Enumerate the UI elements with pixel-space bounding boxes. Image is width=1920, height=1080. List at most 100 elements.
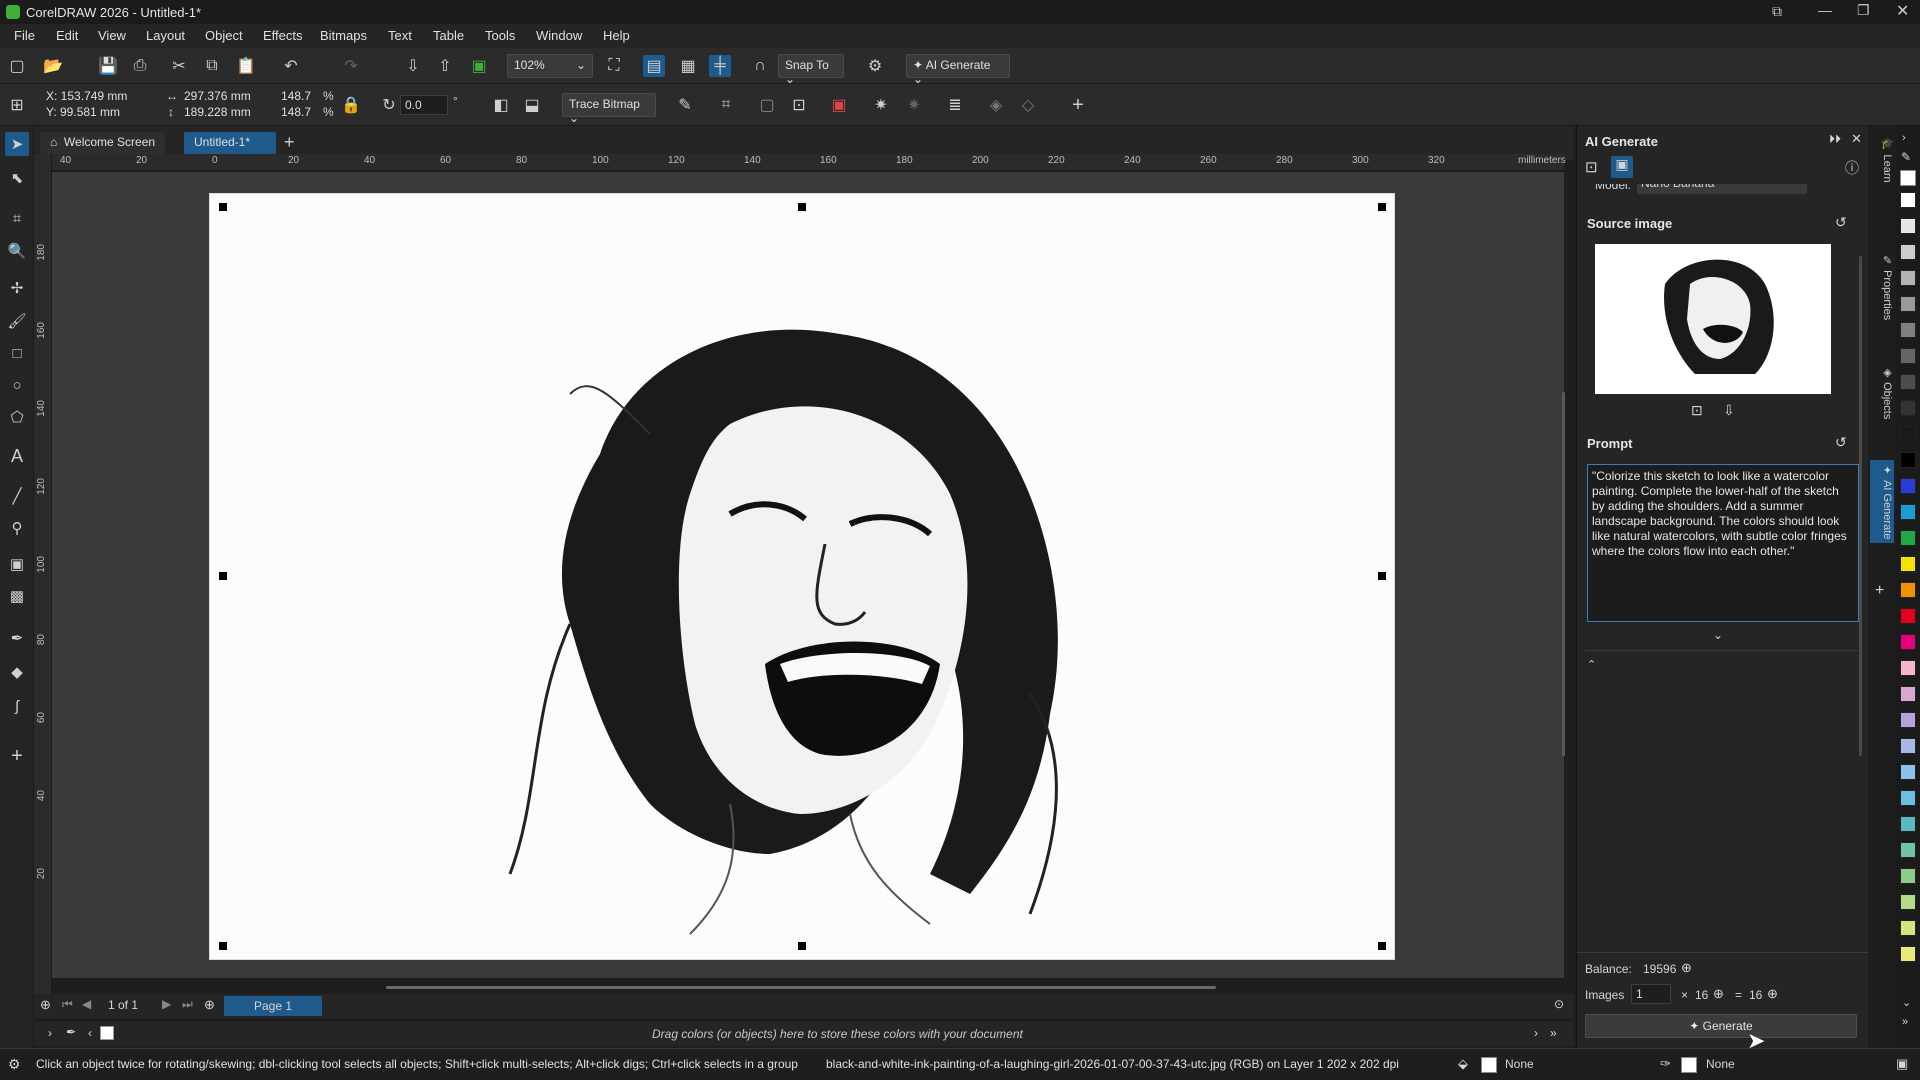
selection-handle-ml[interactable] bbox=[219, 572, 227, 580]
add-tool-icon[interactable]: + bbox=[5, 744, 29, 768]
page-tab-1[interactable]: Page 1 bbox=[224, 996, 322, 1016]
color-swatch[interactable] bbox=[1900, 244, 1916, 260]
fill-tool-icon[interactable]: ◆ bbox=[5, 660, 29, 684]
undo-icon[interactable]: ↶ bbox=[280, 55, 302, 77]
selection-handle-br[interactable] bbox=[1378, 942, 1386, 950]
menu-file[interactable]: File bbox=[14, 28, 35, 43]
polygon-tool-icon[interactable]: ⬠ bbox=[5, 405, 29, 429]
edit-bitmap-icon[interactable]: ✎ bbox=[674, 94, 696, 116]
new-document-icon[interactable]: ▢ bbox=[6, 55, 28, 77]
docker-scrollbar[interactable] bbox=[1859, 256, 1862, 756]
zoom-level-dropdown[interactable]: 102% ⌄ bbox=[507, 54, 593, 78]
selection-handle-mr[interactable] bbox=[1378, 572, 1386, 580]
zoom-page-icon[interactable]: ⊙ bbox=[1554, 997, 1564, 1011]
close-button[interactable]: ✕ bbox=[1896, 1, 1909, 21]
color-swatch[interactable] bbox=[1900, 790, 1916, 806]
info-icon[interactable]: ⓘ bbox=[1845, 158, 1859, 178]
add-property-icon[interactable]: + bbox=[1067, 94, 1089, 116]
zoom-tool-icon[interactable]: 🔍 bbox=[5, 239, 29, 263]
open-folder-icon[interactable]: 📂 bbox=[42, 55, 64, 77]
color-swatch[interactable] bbox=[1900, 400, 1916, 416]
prompt-expand-icon[interactable]: ⌄ bbox=[1713, 628, 1723, 642]
show-guidelines-icon[interactable]: ╪ bbox=[709, 55, 731, 77]
palette-no-color-swatch[interactable] bbox=[100, 1026, 114, 1040]
docker-close-icon[interactable]: ✕ bbox=[1851, 131, 1862, 147]
transparency-tool-icon[interactable]: ▩ bbox=[5, 584, 29, 608]
color-swatch[interactable] bbox=[1900, 582, 1916, 598]
menu-edit[interactable]: Edit bbox=[56, 28, 78, 43]
tab-untitled-1[interactable]: Untitled-1* bbox=[184, 132, 276, 154]
resample-icon[interactable]: ⊡ bbox=[788, 94, 810, 116]
vertical-ruler[interactable]: 180 160 140 120 100 80 60 40 20 bbox=[34, 154, 52, 994]
palette-scroll-down-icon[interactable]: ⌄ bbox=[1902, 996, 1911, 1009]
save-icon[interactable]: 💾 bbox=[97, 55, 119, 77]
menu-object[interactable]: Object bbox=[205, 28, 243, 43]
publish-pdf-icon[interactable]: ▣ bbox=[468, 55, 490, 77]
mirror-horizontal-icon[interactable]: ◧ bbox=[490, 94, 512, 116]
model-dropdown[interactable]: Nano Banana bbox=[1637, 184, 1807, 194]
freehand-tool-icon[interactable]: ✢ bbox=[5, 276, 29, 300]
tab-ai-generate[interactable]: ✦ AI Generate bbox=[1870, 460, 1894, 544]
selection-handle-tc[interactable] bbox=[798, 203, 806, 211]
tab-objects[interactable]: ◈ Objects bbox=[1870, 362, 1894, 423]
vertical-scrollbar[interactable] bbox=[1562, 392, 1565, 756]
x-position-field[interactable]: X: 153.749 mm bbox=[46, 89, 127, 103]
menu-view[interactable]: View bbox=[98, 28, 126, 43]
menu-layout[interactable]: Layout bbox=[146, 28, 185, 43]
connector-tool-icon[interactable]: ⚲ bbox=[5, 516, 29, 540]
palette-scroll-right-icon[interactable]: › bbox=[1534, 1026, 1538, 1040]
y-position-field[interactable]: Y: 99.581 mm bbox=[46, 105, 120, 119]
color-swatch[interactable] bbox=[1900, 504, 1916, 520]
show-rulers-icon[interactable]: ▤ bbox=[643, 55, 665, 77]
pick-tool-icon[interactable]: ➤ bbox=[5, 132, 29, 156]
color-swatch[interactable] bbox=[1900, 712, 1916, 728]
rotation-field[interactable]: 0.0 bbox=[400, 95, 448, 115]
menu-window[interactable]: Window bbox=[536, 28, 582, 43]
show-grid-icon[interactable]: ▦ bbox=[677, 55, 699, 77]
add-page-after-icon[interactable]: ⊕ bbox=[204, 997, 215, 1013]
status-settings-icon[interactable]: ⚙ bbox=[8, 1056, 21, 1073]
tab-properties[interactable]: ✎ Properties bbox=[1870, 250, 1894, 324]
color-swatch[interactable] bbox=[1900, 842, 1916, 858]
source-reset-icon[interactable]: ↺ bbox=[1835, 214, 1847, 231]
brush-tool-icon[interactable]: 🖌 bbox=[5, 309, 29, 333]
color-proof-icon[interactable]: ▣ bbox=[1896, 1056, 1908, 1072]
color-swatch[interactable] bbox=[1900, 426, 1916, 442]
laughing-girl-sketch-image[interactable] bbox=[210, 194, 1395, 960]
color-swatch[interactable] bbox=[1900, 946, 1916, 962]
ai-generate-dropdown[interactable]: ✦ AI Generate ⌄ bbox=[906, 54, 1010, 86]
export-icon[interactable]: ⇧ bbox=[434, 55, 456, 77]
selection-handle-tl[interactable] bbox=[219, 203, 227, 211]
menu-effects[interactable]: Effects bbox=[263, 28, 303, 43]
copy-icon[interactable]: ⧉ bbox=[201, 55, 223, 77]
palette-expand-icon[interactable]: › bbox=[48, 1026, 52, 1040]
color-swatch[interactable] bbox=[1900, 660, 1916, 676]
color-swatch[interactable] bbox=[1900, 764, 1916, 780]
mask-icon[interactable]: ▣ bbox=[828, 94, 850, 116]
palette-arrow-icon[interactable]: › bbox=[1902, 132, 1906, 144]
no-color-swatch[interactable] bbox=[1900, 170, 1916, 186]
tab-welcome-screen[interactable]: ⌂ Welcome Screen bbox=[40, 132, 166, 154]
color-swatch[interactable] bbox=[1900, 322, 1916, 338]
color-swatch[interactable] bbox=[1900, 556, 1916, 572]
height-field[interactable]: 189.228 mm bbox=[184, 105, 251, 119]
import-source-icon[interactable]: ⇩ bbox=[1723, 402, 1735, 419]
shadow-tool-icon[interactable]: ▣ bbox=[5, 552, 29, 576]
generate-button[interactable]: ✦ Generate bbox=[1585, 1014, 1857, 1038]
menu-bitmaps[interactable]: Bitmaps bbox=[320, 28, 367, 43]
bring-forward-icon[interactable]: ◈ bbox=[985, 94, 1007, 116]
prompt-reset-icon[interactable]: ↺ bbox=[1835, 434, 1847, 451]
color-swatch[interactable] bbox=[1900, 920, 1916, 936]
snap-magnet-icon[interactable]: ∩ bbox=[749, 55, 771, 77]
menu-tools[interactable]: Tools bbox=[485, 28, 515, 43]
add-docker-icon[interactable]: + bbox=[1875, 582, 1884, 600]
cut-icon[interactable]: ✂ bbox=[168, 55, 190, 77]
palette-menu-icon[interactable]: » bbox=[1550, 1026, 1557, 1040]
full-screen-icon[interactable]: ⛶ bbox=[603, 55, 625, 77]
previous-page-icon[interactable]: ◀ bbox=[82, 997, 91, 1011]
select-source-icon[interactable]: ⊡ bbox=[1691, 402, 1703, 419]
color-swatch[interactable] bbox=[1900, 452, 1916, 468]
images-count-field[interactable]: 1 bbox=[1631, 984, 1671, 1004]
ellipse-tool-icon[interactable]: ○ bbox=[5, 373, 29, 397]
rotate-icon[interactable]: ↻ bbox=[378, 94, 400, 116]
